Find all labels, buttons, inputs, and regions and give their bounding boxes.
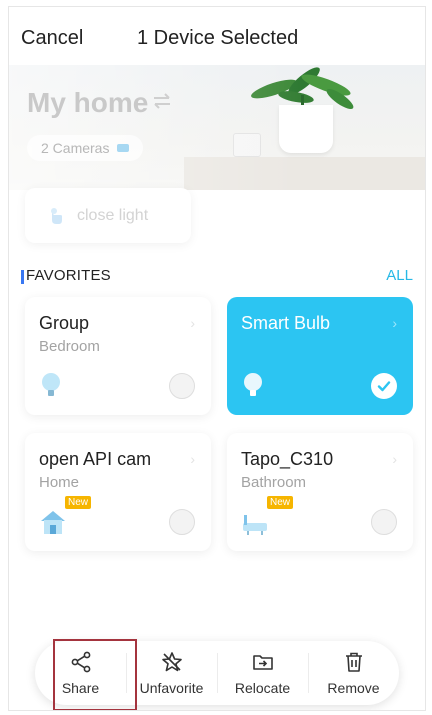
chevron-right-icon: ›	[392, 315, 397, 331]
device-name: Group	[39, 313, 90, 333]
chevron-right-icon: ›	[190, 451, 195, 467]
cancel-button[interactable]: Cancel	[21, 27, 83, 50]
new-badge: New	[65, 496, 92, 509]
selected-checkmark[interactable]	[371, 373, 397, 399]
favorites-all-link[interactable]: ALL	[386, 267, 413, 284]
chevron-right-icon: ›	[392, 451, 397, 467]
bulb-icon	[42, 373, 60, 396]
cameras-count-label: 2 Cameras	[41, 140, 110, 156]
house-camera-icon	[41, 511, 65, 534]
check-icon	[377, 381, 391, 392]
new-badge: New	[267, 496, 294, 509]
select-radio[interactable]	[169, 373, 195, 399]
trash-icon	[345, 652, 362, 672]
cameras-count-pill[interactable]: 2 Cameras	[27, 135, 144, 161]
device-card-smart-bulb[interactable]: Smart Bulb ›	[227, 297, 413, 415]
switch-home-icon[interactable]	[151, 91, 173, 111]
share-button[interactable]: Share	[35, 641, 126, 705]
scene-label: close light	[77, 206, 149, 224]
selection-title: 1 Device Selected	[137, 27, 299, 49]
tap-hand-icon	[51, 207, 62, 224]
home-header: My home 2 Cameras	[9, 65, 425, 190]
home-name[interactable]: My home	[27, 87, 148, 119]
camera-icon	[117, 144, 130, 152]
bathroom-camera-icon	[243, 515, 267, 535]
relocate-icon	[252, 655, 273, 670]
device-card-open-api-cam[interactable]: open API cam Home › New	[25, 433, 211, 551]
favorites-title: FAVORITES	[26, 267, 111, 284]
scene-tile[interactable]: close light	[25, 188, 191, 243]
favorites-marker	[21, 270, 24, 284]
bulb-icon	[244, 373, 262, 396]
device-name: open API cam	[39, 449, 152, 469]
device-room: Bedroom	[39, 338, 100, 355]
device-room: Home	[39, 474, 80, 491]
select-radio[interactable]	[169, 509, 195, 535]
bulk-action-bar: Share Unfavorite Relocate Remove	[35, 641, 399, 705]
relocate-button[interactable]: Relocate	[217, 641, 308, 705]
device-card-tapo-c310[interactable]: Tapo_C310 Bathroom › New	[227, 433, 413, 551]
app-screen: Cancel 1 Device Selected My home 2 Camer…	[8, 6, 426, 711]
unfavorite-button[interactable]: Unfavorite	[126, 641, 217, 705]
share-label: Share	[61, 680, 100, 696]
remove-label: Remove	[327, 680, 380, 696]
share-icon	[71, 651, 90, 673]
unfavorite-star-icon	[161, 652, 182, 672]
select-radio[interactable]	[371, 509, 397, 535]
relocate-label: Relocate	[234, 680, 291, 696]
unfavorite-label: Unfavorite	[139, 680, 204, 696]
remove-button[interactable]: Remove	[308, 641, 399, 705]
top-bar: Cancel 1 Device Selected	[9, 7, 425, 65]
device-name: Smart Bulb	[241, 313, 331, 333]
chevron-right-icon: ›	[190, 315, 195, 331]
device-card-group[interactable]: Group Bedroom ›	[25, 297, 211, 415]
device-room: Bathroom	[241, 474, 307, 491]
device-name: Tapo_C310	[241, 449, 334, 469]
